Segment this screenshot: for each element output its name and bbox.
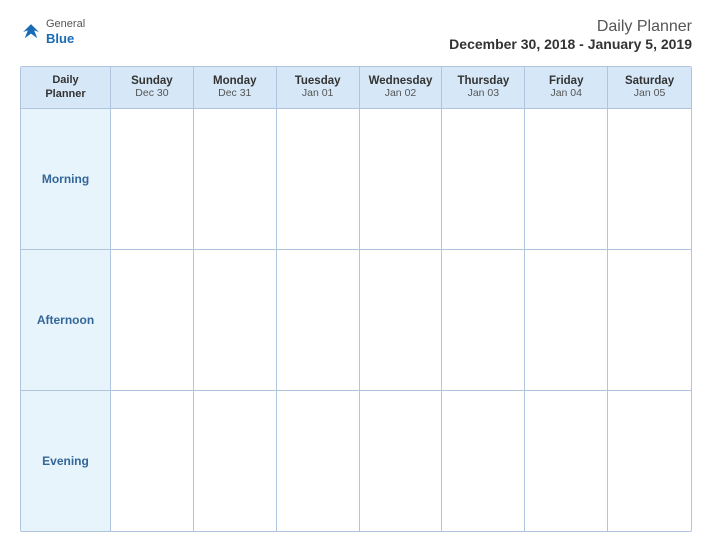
calendar: Daily Planner Sunday Dec 30 Monday Dec 3… (20, 66, 692, 532)
afternoon-cell-thu[interactable] (442, 250, 525, 390)
planner-date-range: December 30, 2018 - January 5, 2019 (449, 36, 692, 52)
afternoon-cell-mon[interactable] (194, 250, 277, 390)
day-date-6: Jan 05 (634, 87, 666, 99)
day-date-5: Jan 04 (550, 87, 582, 99)
evening-cell-sat[interactable] (608, 391, 691, 531)
logo-general: General (46, 18, 85, 31)
logo-blue: Blue (46, 31, 85, 47)
calendar-header-row: Daily Planner Sunday Dec 30 Monday Dec 3… (21, 67, 691, 109)
day-name-2: Tuesday (295, 75, 341, 87)
morning-cell-sat[interactable] (608, 109, 691, 249)
day-name-4: Thursday (457, 75, 509, 87)
calendar-body: Morning Afternoon (21, 109, 691, 531)
morning-label: Morning (42, 172, 89, 186)
afternoon-cell-sat[interactable] (608, 250, 691, 390)
afternoon-label-cell: Afternoon (21, 250, 111, 390)
title-block: Daily Planner December 30, 2018 - Januar… (449, 18, 692, 52)
evening-cell-thu[interactable] (442, 391, 525, 531)
evening-label-cell: Evening (21, 391, 111, 531)
header: General Blue Daily Planner December 30, … (20, 18, 692, 52)
header-day-0: Sunday Dec 30 (111, 67, 194, 108)
evening-cell-fri[interactable] (525, 391, 608, 531)
morning-cell-fri[interactable] (525, 109, 608, 249)
header-day-3: Wednesday Jan 02 (360, 67, 443, 108)
day-date-2: Jan 01 (302, 87, 334, 99)
afternoon-row: Afternoon (21, 250, 691, 391)
morning-row: Morning (21, 109, 691, 250)
header-label-line2: Planner (45, 87, 85, 101)
day-name-1: Monday (213, 75, 256, 87)
morning-cell-sun[interactable] (111, 109, 194, 249)
day-date-0: Dec 30 (135, 87, 168, 99)
morning-cell-mon[interactable] (194, 109, 277, 249)
day-name-6: Saturday (625, 75, 674, 87)
day-date-3: Jan 02 (385, 87, 417, 99)
header-day-4: Thursday Jan 03 (442, 67, 525, 108)
morning-cell-wed[interactable] (360, 109, 443, 249)
afternoon-label: Afternoon (37, 313, 94, 327)
planner-page: General Blue Daily Planner December 30, … (0, 0, 712, 550)
afternoon-cell-sun[interactable] (111, 250, 194, 390)
evening-cell-wed[interactable] (360, 391, 443, 531)
day-date-1: Dec 31 (218, 87, 251, 99)
evening-cell-tue[interactable] (277, 391, 360, 531)
generalblue-icon (20, 21, 42, 43)
logo: General Blue (20, 18, 85, 47)
morning-cell-tue[interactable] (277, 109, 360, 249)
morning-label-cell: Morning (21, 109, 111, 249)
day-date-4: Jan 03 (468, 87, 500, 99)
evening-cell-sun[interactable] (111, 391, 194, 531)
afternoon-cell-wed[interactable] (360, 250, 443, 390)
evening-row: Evening (21, 391, 691, 531)
header-label-line1: Daily (52, 73, 78, 87)
day-name-0: Sunday (131, 75, 173, 87)
header-day-2: Tuesday Jan 01 (277, 67, 360, 108)
header-day-6: Saturday Jan 05 (608, 67, 691, 108)
header-day-1: Monday Dec 31 (194, 67, 277, 108)
day-name-3: Wednesday (369, 75, 433, 87)
planner-title: Daily Planner (449, 18, 692, 36)
header-label-cell: Daily Planner (21, 67, 111, 108)
afternoon-cell-fri[interactable] (525, 250, 608, 390)
afternoon-cell-tue[interactable] (277, 250, 360, 390)
logo-text: General Blue (46, 18, 85, 47)
day-name-5: Friday (549, 75, 584, 87)
evening-label: Evening (42, 454, 89, 468)
evening-cell-mon[interactable] (194, 391, 277, 531)
header-day-5: Friday Jan 04 (525, 67, 608, 108)
morning-cell-thu[interactable] (442, 109, 525, 249)
